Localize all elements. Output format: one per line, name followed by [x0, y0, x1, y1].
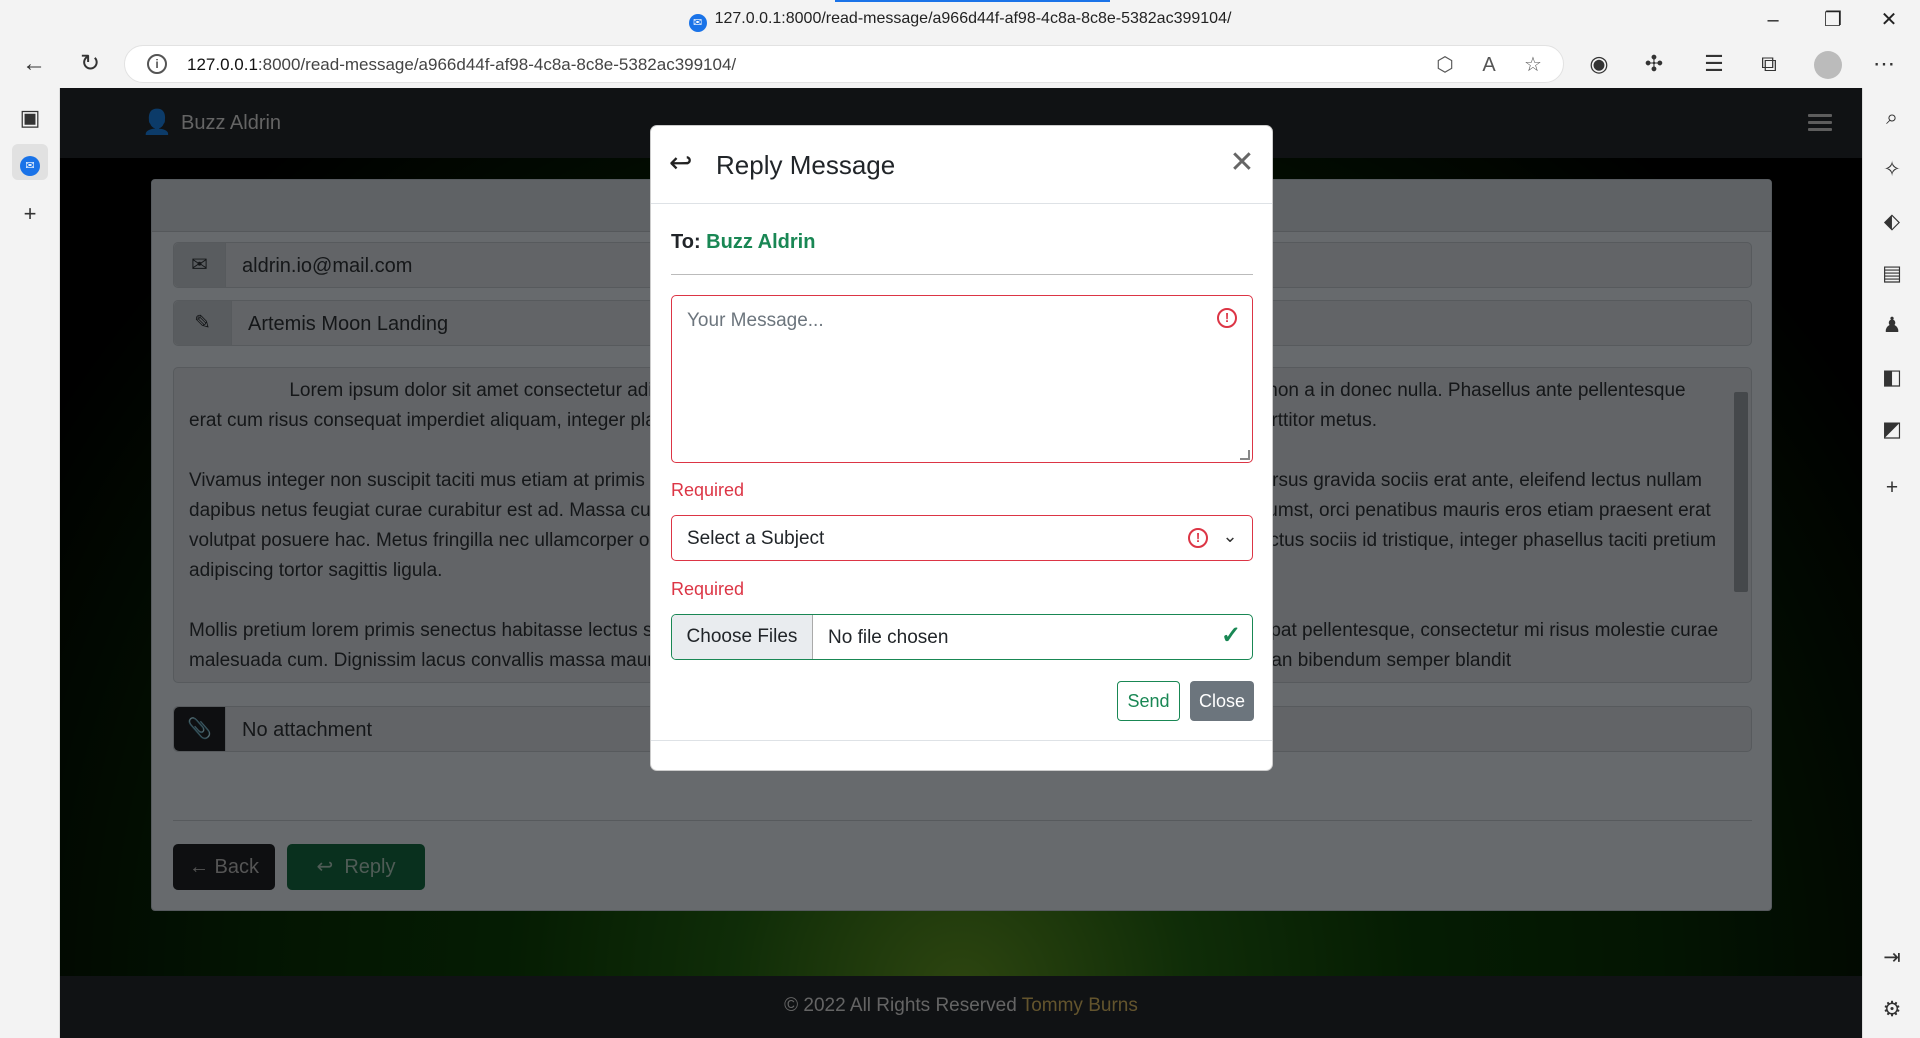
active-tab-mail-icon[interactable]: ✉ — [12, 144, 48, 180]
reply-message-modal: ↩ Reply Message ✕ To: Buzz Aldrin Your M… — [650, 125, 1273, 771]
sidebar-collapse-icon[interactable]: ⇥ — [1878, 944, 1906, 972]
restore-icon[interactable]: ❐ — [1810, 6, 1856, 34]
office-icon[interactable]: ◧ — [1878, 364, 1906, 392]
subject-error-text: Required — [671, 579, 745, 599]
vertical-tabs-strip: ▣ ✉ + — [0, 88, 60, 1038]
search-icon[interactable]: ⌕ — [1878, 104, 1906, 132]
profile-avatar[interactable] — [1814, 51, 1842, 79]
browser-title-bar: ✉ 127.0.0.1:8000/read-message/a966d44f-af… — [0, 0, 1920, 40]
site-info-icon[interactable]: i — [147, 54, 167, 74]
settings-gear-icon[interactable]: ⚙ — [1878, 996, 1906, 1024]
chevron-down-icon: ⌄ — [1222, 526, 1238, 546]
tab-title: ✉ 127.0.0.1:8000/read-message/a966d44f-af… — [0, 10, 1920, 32]
message-error-text: Required — [671, 480, 745, 500]
subject-select[interactable]: Select a Subject ! ⌄ — [671, 515, 1253, 561]
refresh-icon[interactable]: ↻ — [74, 50, 106, 78]
add-sidebar-plus-icon[interactable]: + — [1878, 474, 1906, 502]
recipient-name: Buzz Aldrin — [706, 231, 816, 253]
extensions-puzzle-icon[interactable]: ✣ — [1638, 50, 1670, 78]
tag-icon[interactable]: ⬡ — [1431, 52, 1459, 78]
modal-footer-divider — [651, 740, 1272, 741]
url-text[interactable]: 127.0.0.1:8000/read-message/a966d44f-af9… — [187, 55, 736, 75]
message-textarea[interactable]: Your Message... ! — [671, 295, 1253, 463]
error-icon: ! — [1188, 528, 1208, 548]
mail-favicon-icon: ✉ — [688, 14, 707, 32]
extension-globe-icon[interactable]: ◉ — [1583, 50, 1615, 78]
browser-sidebar: ⌕ ✧ ⬖ ▤ ♟ ◧ ◩ + ⇥ ⚙ — [1862, 88, 1920, 1038]
copilot-sparkle-icon[interactable]: ✧ — [1878, 156, 1906, 184]
browser-toolbar: ← ↻ i 127.0.0.1:8000/read-message/a966d4… — [0, 40, 1920, 88]
collections-icon[interactable]: ⧉ — [1753, 50, 1785, 78]
file-status: No file chosen — [828, 627, 949, 648]
send-button[interactable]: Send — [1117, 681, 1180, 721]
loading-progress-bar — [835, 0, 1110, 2]
games-icon[interactable]: ♟ — [1878, 312, 1906, 340]
subject-select-value: Select a Subject — [687, 528, 825, 549]
choose-files-button[interactable]: Choose Files — [672, 615, 813, 659]
favorite-star-icon[interactable]: ☆ — [1519, 52, 1547, 78]
reply-icon: ↩ — [669, 147, 693, 178]
file-input[interactable]: Choose Files No file chosen ✓ — [671, 614, 1253, 660]
new-tab-plus-icon[interactable]: + — [12, 196, 48, 232]
tools-briefcase-icon[interactable]: ▤ — [1878, 260, 1906, 288]
more-menu-icon[interactable]: ⋯ — [1868, 50, 1900, 78]
outlook-icon[interactable]: ◩ — [1878, 416, 1906, 444]
resize-handle[interactable] — [1240, 450, 1250, 460]
address-bar[interactable]: i 127.0.0.1:8000/read-message/a966d44f-a… — [124, 45, 1564, 83]
shopping-tag-icon[interactable]: ⬖ — [1878, 208, 1906, 236]
modal-title: Reply Message — [716, 150, 896, 180]
tab-actions-icon[interactable]: ▣ — [12, 100, 48, 136]
recipient-line: To: Buzz Aldrin — [671, 231, 816, 253]
error-icon: ! — [1217, 308, 1237, 328]
modal-header: ↩ Reply Message ✕ — [651, 126, 1272, 204]
minimize-icon[interactable]: – — [1750, 6, 1796, 34]
check-icon: ✓ — [1220, 622, 1242, 649]
close-button[interactable]: Close — [1190, 681, 1254, 721]
read-aloud-icon[interactable]: A — [1475, 52, 1503, 78]
window-close-icon[interactable]: ✕ — [1866, 6, 1912, 34]
message-placeholder: Your Message... — [687, 310, 824, 331]
back-arrow-icon[interactable]: ← — [18, 50, 50, 78]
modal-divider — [671, 274, 1253, 275]
modal-close-icon[interactable]: ✕ — [1227, 148, 1257, 178]
favorites-list-icon[interactable]: ☰ — [1698, 50, 1730, 78]
